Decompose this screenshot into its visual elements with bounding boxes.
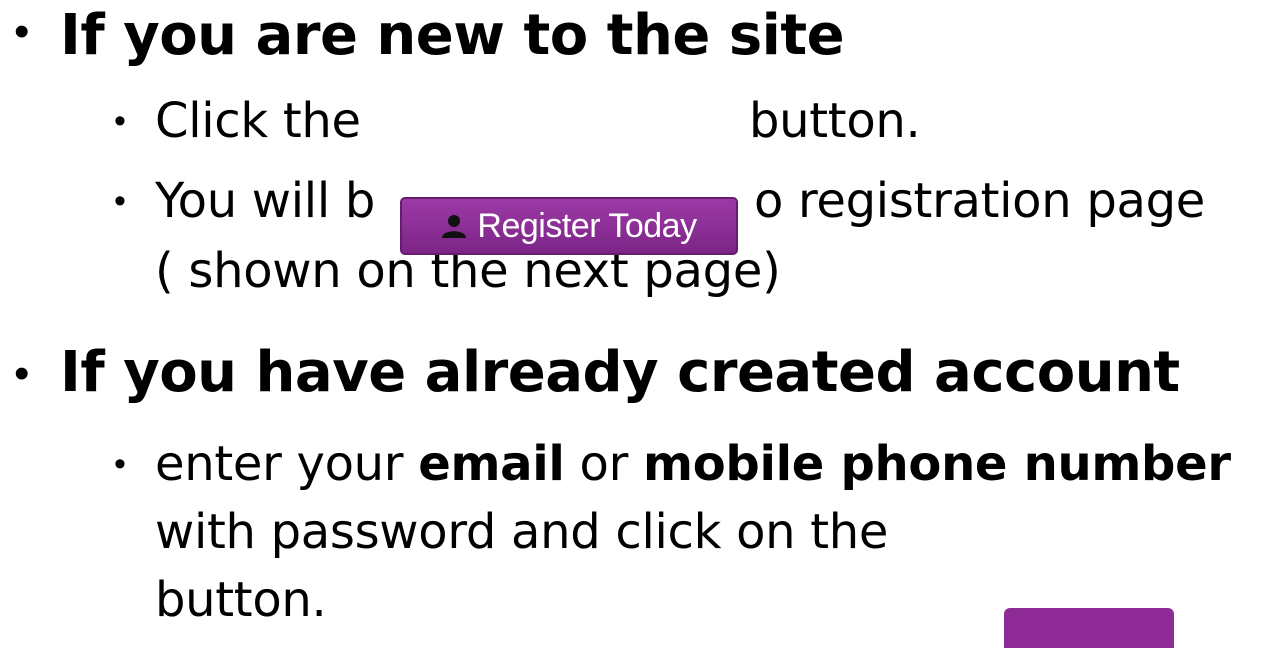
enter-credentials-text: enter your email or mobile phone number [155,440,1231,488]
with-password-text: with password and click on the [155,504,889,560]
redirect-text-end: o registration page [754,173,1206,229]
email-text: email [418,436,565,492]
login-button[interactable] [1004,608,1174,648]
button-word-text: button. [749,93,921,149]
or-text: or [579,436,629,492]
bullet-icon: • [14,7,30,56]
bullet-icon: • [14,349,30,398]
heading-existing-account: If you have already created account [60,340,1180,405]
click-the-text: Click the [155,93,361,149]
button-word-text-2: button. [155,572,327,628]
heading-new-to-site: If you are new to the site [60,3,845,68]
register-today-button[interactable]: Register Today [400,197,738,255]
mobile-phone-text: mobile phone number [643,436,1231,492]
user-icon [441,213,467,239]
enter-your-text: enter your [155,436,404,492]
redirect-text-start: You will b [155,173,375,229]
register-today-label: Register Today [477,206,697,245]
bullet-icon: • [114,182,126,220]
bullet-icon: • [114,445,126,483]
bullet-icon: • [114,102,126,140]
